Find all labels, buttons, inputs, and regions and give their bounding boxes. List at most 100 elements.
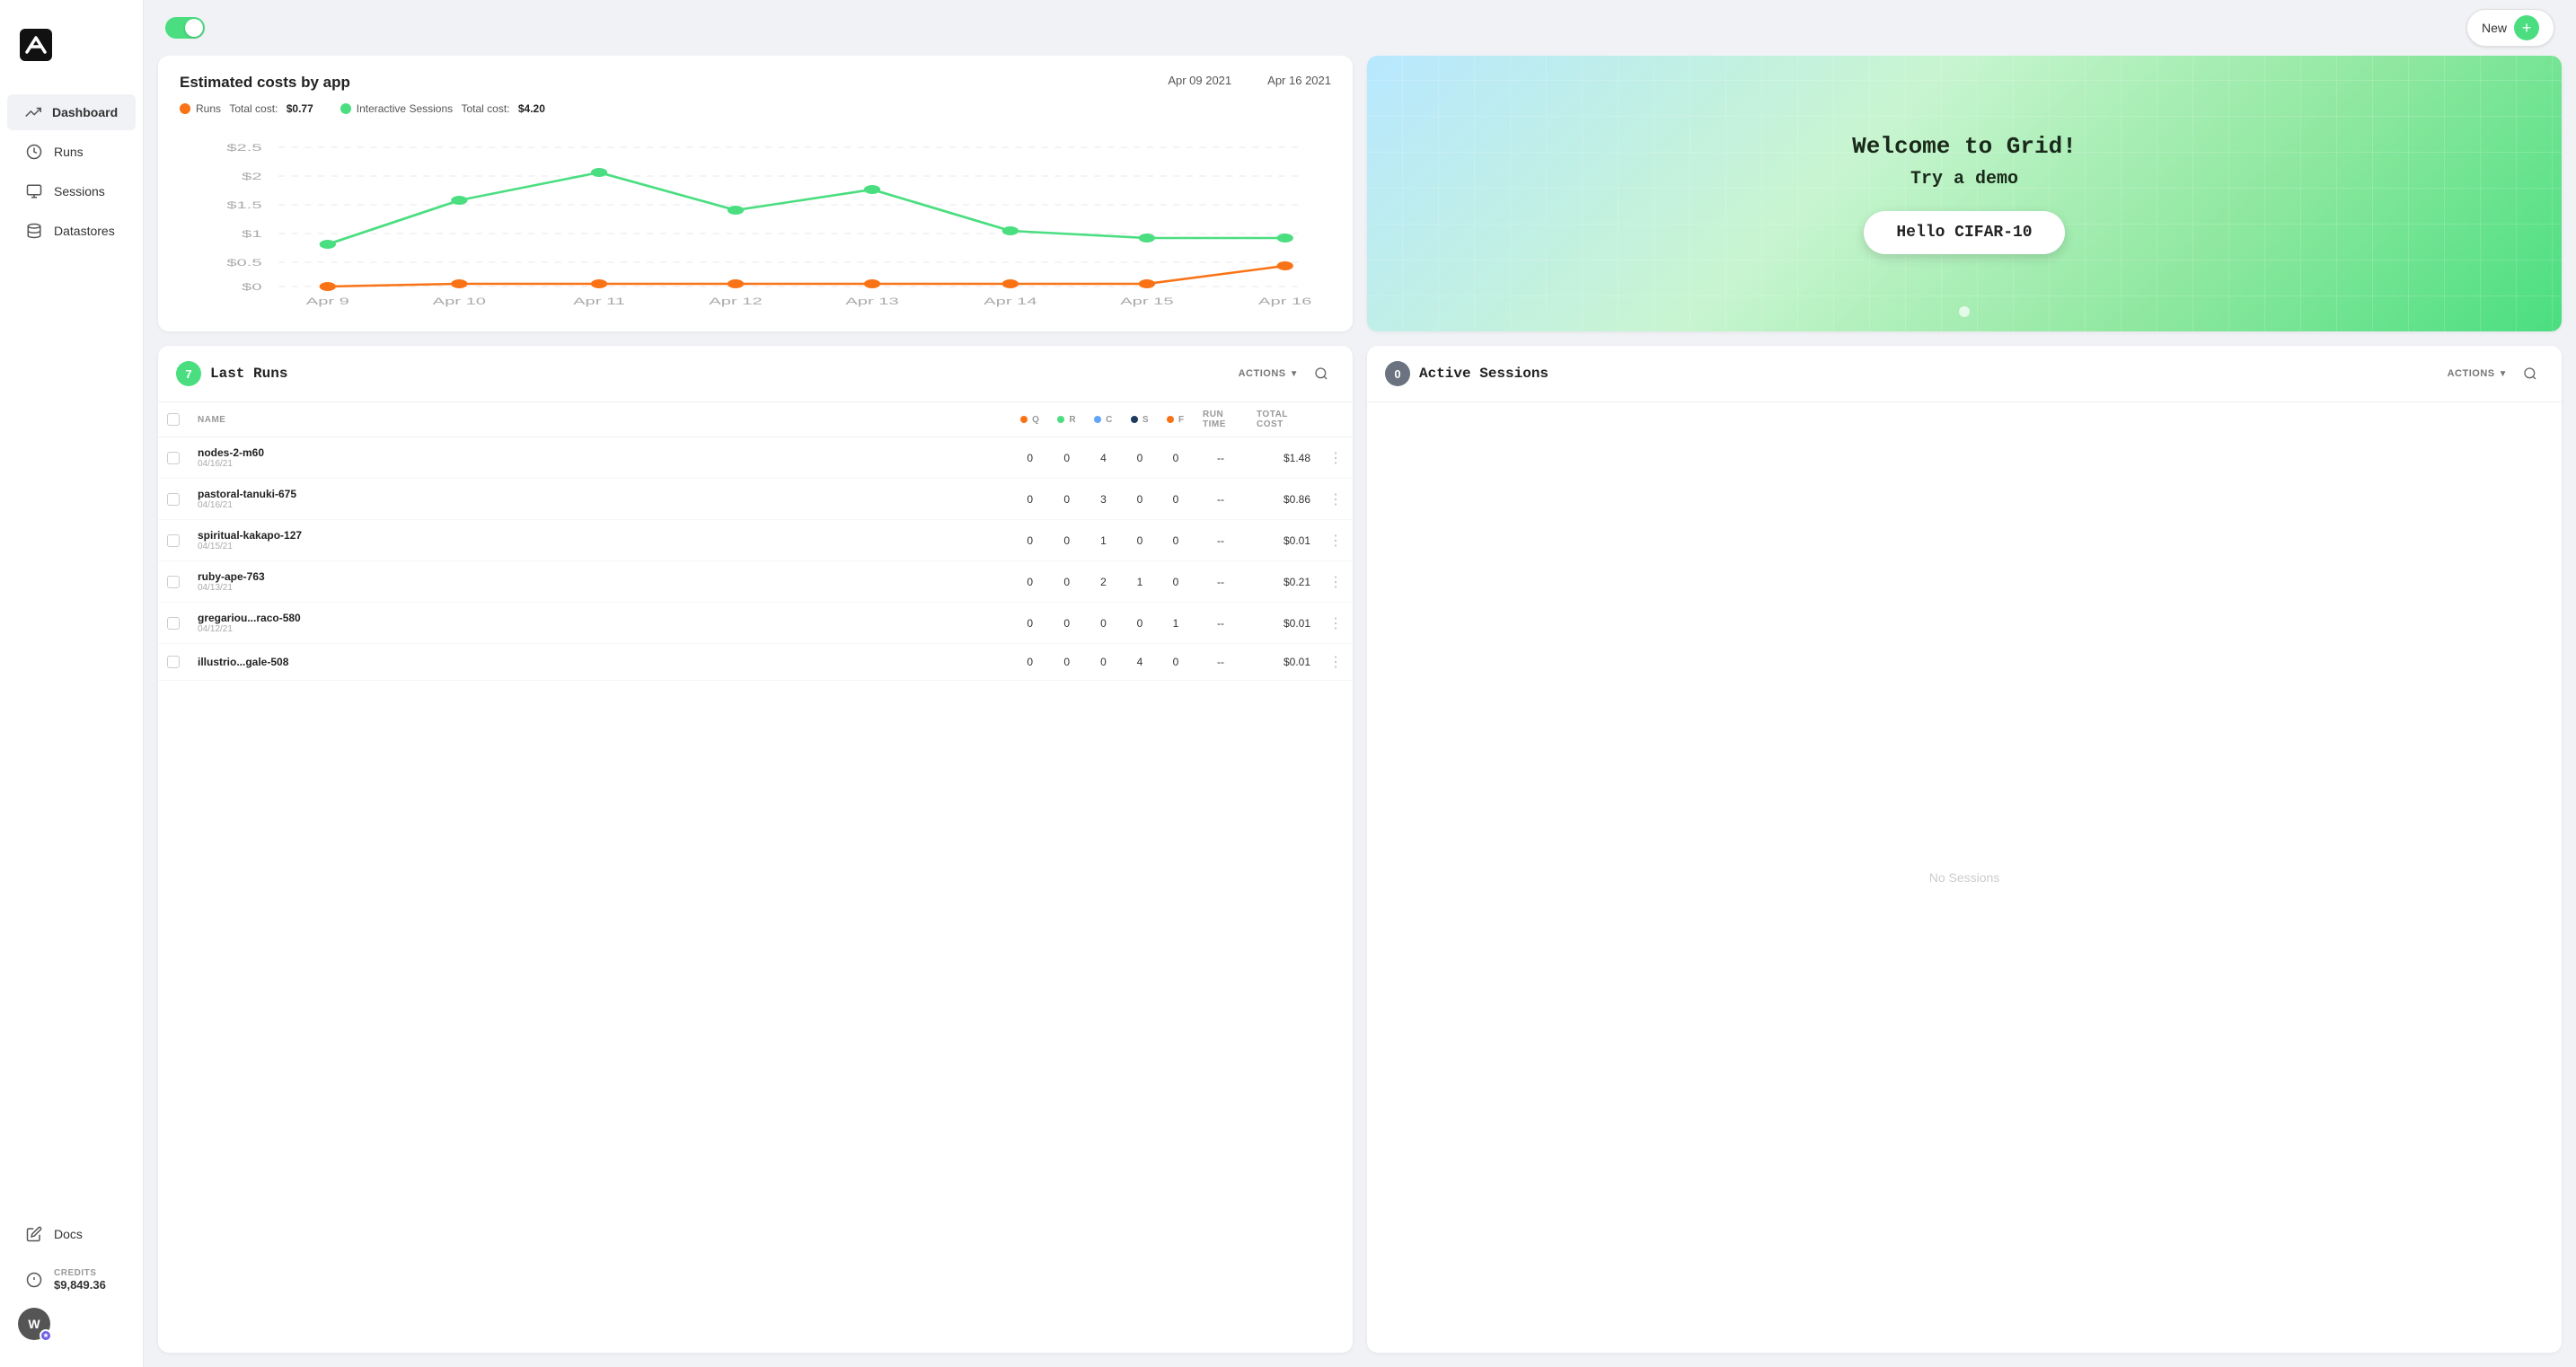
run-r: 0 xyxy=(1048,520,1085,561)
run-cost: $0.86 xyxy=(1248,479,1319,520)
run-c: 1 xyxy=(1085,520,1122,561)
svg-text:Apr 15: Apr 15 xyxy=(1120,296,1173,307)
new-button[interactable]: New + xyxy=(2466,9,2554,47)
run-q: 0 xyxy=(1011,644,1048,681)
run-menu[interactable]: ⋮ xyxy=(1319,437,1353,479)
cost-chart-svg: $2.5 $2 $1.5 $1 $0.5 $0 Apr 9 Apr 10 Apr… xyxy=(180,129,1331,309)
col-check-all[interactable] xyxy=(158,402,189,437)
runs-search-button[interactable] xyxy=(1308,360,1335,387)
row-checkbox[interactable] xyxy=(167,617,180,630)
svg-text:Apr 12: Apr 12 xyxy=(709,296,762,307)
run-name: spiritual-kakapo-127 xyxy=(198,529,1002,542)
row-checkbox[interactable] xyxy=(167,534,180,547)
three-dots-icon[interactable]: ⋮ xyxy=(1328,451,1344,466)
cost-chart-card: Estimated costs by app Apr 09 2021 Apr 1… xyxy=(158,56,1353,331)
col-menu-header xyxy=(1319,402,1353,437)
row-checkbox[interactable] xyxy=(167,493,180,506)
run-time: -- xyxy=(1194,437,1248,479)
runs-badge: 7 xyxy=(176,361,201,386)
carousel-dot xyxy=(1959,306,1970,317)
svg-text:$1: $1 xyxy=(242,229,261,240)
no-sessions-label: No Sessions xyxy=(1367,402,2562,1353)
chart-date-end: Apr 16 2021 xyxy=(1267,74,1331,87)
run-q: 0 xyxy=(1011,561,1048,603)
sidebar-item-credits: CREDITS $9,849.36 xyxy=(7,1259,136,1301)
runs-table-body: nodes-2-m60 04/16/21 0 0 4 0 0 -- $1.48 … xyxy=(158,437,1353,681)
run-cost: $0.01 xyxy=(1248,603,1319,644)
row-checkbox[interactable] xyxy=(167,452,180,464)
sidebar: Dashboard Runs Sessions xyxy=(0,0,144,1367)
demo-button[interactable]: Hello CIFAR-10 xyxy=(1864,211,2064,254)
welcome-subtitle: Try a demo xyxy=(1910,169,2018,190)
sidebar-item-docs[interactable]: Docs xyxy=(7,1216,136,1252)
run-menu[interactable]: ⋮ xyxy=(1319,644,1353,681)
runs-icon xyxy=(25,143,43,161)
toggle-switch[interactable] xyxy=(165,17,205,39)
run-name: ruby-ape-763 xyxy=(198,570,1002,583)
run-c: 4 xyxy=(1085,437,1122,479)
run-f: 0 xyxy=(1158,644,1194,681)
run-menu[interactable]: ⋮ xyxy=(1319,561,1353,603)
last-runs-card: 7 Last Runs ACTIONS ▼ xyxy=(158,346,1353,1353)
sessions-title: Active Sessions xyxy=(1419,366,2439,382)
run-date: 04/13/21 xyxy=(198,583,1002,593)
run-menu[interactable]: ⋮ xyxy=(1319,520,1353,561)
sessions-actions-button[interactable]: ACTIONS ▼ xyxy=(2448,368,2508,379)
sessions-card-header: 0 Active Sessions ACTIONS ▼ xyxy=(1367,346,2562,402)
three-dots-icon[interactable]: ⋮ xyxy=(1328,575,1344,590)
avatar[interactable]: W xyxy=(18,1308,50,1340)
legend-dot-interactive xyxy=(340,103,351,114)
table-row[interactable]: ruby-ape-763 04/13/21 0 0 2 1 0 -- $0.21… xyxy=(158,561,1353,603)
row-checkbox[interactable] xyxy=(167,576,180,588)
run-f: 1 xyxy=(1158,603,1194,644)
sidebar-item-runs-label: Runs xyxy=(54,145,84,159)
svg-text:$0.5: $0.5 xyxy=(226,258,261,269)
table-row[interactable]: illustrio...gale-508 0 0 0 4 0 -- $0.01 … xyxy=(158,644,1353,681)
table-row[interactable]: spiritual-kakapo-127 04/15/21 0 0 1 0 0 … xyxy=(158,520,1353,561)
header-checkbox[interactable] xyxy=(167,413,180,426)
run-menu[interactable]: ⋮ xyxy=(1319,603,1353,644)
legend-cost-interactive: $4.20 xyxy=(518,102,545,115)
col-q-header: Q xyxy=(1011,402,1048,437)
runs-actions-button[interactable]: ACTIONS ▼ xyxy=(1239,368,1299,379)
run-c: 0 xyxy=(1085,644,1122,681)
legend-runs: Runs Total cost: $0.77 xyxy=(180,102,313,115)
col-c-header: C xyxy=(1085,402,1122,437)
table-row[interactable]: nodes-2-m60 04/16/21 0 0 4 0 0 -- $1.48 … xyxy=(158,437,1353,479)
welcome-card: Welcome to Grid! Try a demo Hello CIFAR-… xyxy=(1367,56,2562,331)
plus-icon: + xyxy=(2514,15,2539,40)
three-dots-icon[interactable]: ⋮ xyxy=(1328,534,1344,549)
run-f: 0 xyxy=(1158,561,1194,603)
sidebar-item-datastores[interactable]: Datastores xyxy=(7,213,136,249)
sidebar-nav: Dashboard Runs Sessions xyxy=(0,94,143,1207)
sidebar-item-runs[interactable]: Runs xyxy=(7,134,136,170)
three-dots-icon[interactable]: ⋮ xyxy=(1328,655,1344,670)
col-name-header: NAME xyxy=(189,402,1011,437)
table-row[interactable]: gregariou...raco-580 04/12/21 0 0 0 0 1 … xyxy=(158,603,1353,644)
sidebar-item-sessions[interactable]: Sessions xyxy=(7,173,136,209)
toggle-track[interactable] xyxy=(165,17,205,39)
sessions-search-button[interactable] xyxy=(2517,360,2544,387)
dashboard-icon xyxy=(25,103,41,121)
sidebar-item-dashboard[interactable]: Dashboard xyxy=(7,94,136,130)
run-s: 0 xyxy=(1122,479,1158,520)
svg-text:$2: $2 xyxy=(242,172,261,182)
col-runtime-header: RUN TIME xyxy=(1194,402,1248,437)
three-dots-icon[interactable]: ⋮ xyxy=(1328,616,1344,631)
row-checkbox[interactable] xyxy=(167,656,180,668)
three-dots-icon[interactable]: ⋮ xyxy=(1328,492,1344,507)
legend-interactive: Interactive Sessions Total cost: $4.20 xyxy=(340,102,545,115)
run-r: 0 xyxy=(1048,603,1085,644)
table-row[interactable]: pastoral-tanuki-675 04/16/21 0 0 3 0 0 -… xyxy=(158,479,1353,520)
svg-text:Apr 16: Apr 16 xyxy=(1258,296,1311,307)
svg-text:Apr 11: Apr 11 xyxy=(573,296,625,307)
run-time: -- xyxy=(1194,520,1248,561)
chevron-down-icon: ▼ xyxy=(2499,369,2508,379)
run-cost: $0.21 xyxy=(1248,561,1319,603)
toggle-knob xyxy=(185,19,203,37)
run-s: 4 xyxy=(1122,644,1158,681)
legend-label-runs: Runs xyxy=(196,102,221,115)
run-date: 04/15/21 xyxy=(198,542,1002,551)
run-name: nodes-2-m60 xyxy=(198,446,1002,459)
run-menu[interactable]: ⋮ xyxy=(1319,479,1353,520)
